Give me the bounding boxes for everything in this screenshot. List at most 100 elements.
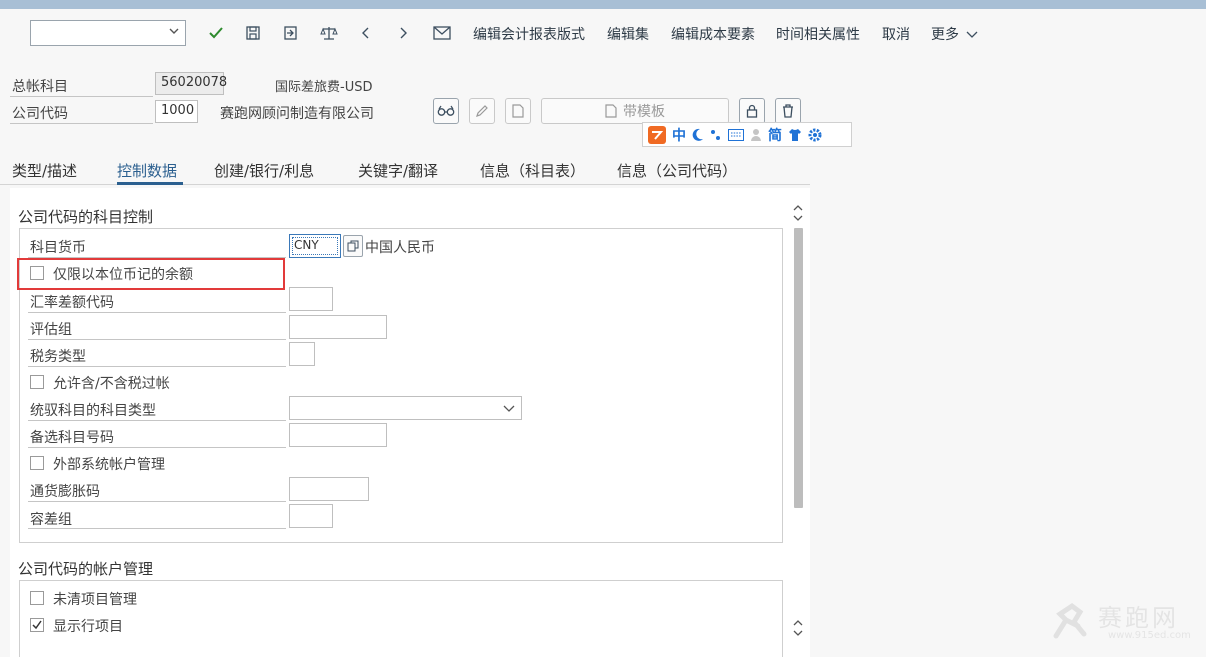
label-underline <box>28 339 286 340</box>
previous-button[interactable] <box>355 22 377 44</box>
display-button[interactable] <box>433 98 459 124</box>
toolbar-select[interactable] <box>30 20 186 46</box>
ime-toolbar[interactable]: 中 简 <box>642 122 852 147</box>
company-code-description: 赛跑网顾问制造有限公司 <box>220 106 374 122</box>
mail-button[interactable] <box>431 22 453 44</box>
keyboard-icon[interactable] <box>728 128 744 141</box>
alt-account-field[interactable] <box>289 423 387 447</box>
currency-value-help-button[interactable] <box>343 235 363 257</box>
watermark-url: www.915ed.com <box>1108 630 1191 641</box>
user-icon[interactable] <box>750 128 762 142</box>
copy-document-button[interactable] <box>279 22 301 44</box>
tab-create-bank-interest[interactable]: 创建/银行/利息 <box>214 160 314 181</box>
chevron-down-icon <box>966 31 978 38</box>
recon-account-type-select[interactable] <box>289 396 522 420</box>
document-icon <box>512 104 524 118</box>
recon-account-type-label: 统驭科目的科目类型 <box>30 403 156 419</box>
tolerance-group-label: 容差组 <box>30 512 72 528</box>
moon-icon[interactable] <box>692 128 704 142</box>
time-attributes-button[interactable]: 时间相关属性 <box>776 24 860 44</box>
pencil-icon <box>476 105 488 117</box>
skin-shirt-icon[interactable] <box>788 128 802 142</box>
check-icon <box>209 27 223 39</box>
valuation-group-label: 评估组 <box>30 322 72 338</box>
ime-simplified-mode[interactable]: 简 <box>768 125 782 145</box>
inflation-key-field[interactable] <box>289 477 369 501</box>
create-button[interactable] <box>505 98 531 124</box>
checkmark-icon <box>32 620 42 630</box>
ime-chinese-mode[interactable]: 中 <box>672 125 686 145</box>
company-code-field[interactable]: 1000 <box>155 100 198 123</box>
edit-cost-element-button[interactable]: 编辑成本要素 <box>671 24 755 44</box>
check-button[interactable] <box>205 22 227 44</box>
punctuation-icon[interactable] <box>710 128 722 142</box>
edit-set-button[interactable]: 编辑集 <box>607 24 649 44</box>
more-label: 更多 <box>931 27 959 43</box>
account-currency-label: 科目货币 <box>30 240 86 256</box>
edit-fs-version-button[interactable]: 编辑会计报表版式 <box>473 24 585 44</box>
highlight-annotation-box <box>17 258 285 290</box>
gl-account-description: 国际差旅费-USD <box>275 80 373 95</box>
scale-icon <box>320 27 338 40</box>
alt-account-label: 备选科目号码 <box>30 430 114 446</box>
allow-tax-posting-checkbox[interactable] <box>30 375 44 389</box>
allow-tax-posting-label: 允许含/不含税过帐 <box>53 376 170 392</box>
line-item-display-checkbox[interactable] <box>30 618 44 632</box>
tab-control-data[interactable]: 控制数据 <box>117 160 177 181</box>
tab-info-company-code[interactable]: 信息（公司代码） <box>617 160 737 181</box>
save-button[interactable] <box>242 22 264 44</box>
watermark-brand: 赛跑网 <box>1098 604 1179 632</box>
cancel-button[interactable]: 取消 <box>882 24 910 44</box>
gear-icon[interactable] <box>808 128 822 142</box>
runner-logo-icon <box>1053 602 1087 639</box>
balance-button[interactable] <box>318 22 340 44</box>
save-icon <box>246 26 260 40</box>
value-help-icon <box>347 240 359 252</box>
tab-type-description[interactable]: 类型/描述 <box>12 160 77 181</box>
open-item-mgmt-label: 未清项目管理 <box>53 592 137 608</box>
chevron-down-icon <box>169 28 179 34</box>
gl-account-label: 总帐科目 <box>12 79 68 95</box>
tax-category-field[interactable] <box>289 342 315 366</box>
account-currency-description: 中国人民币 <box>365 240 435 256</box>
tax-category-label: 税务类型 <box>30 349 86 365</box>
chevron-down-icon <box>503 405 515 412</box>
envelope-icon <box>433 26 451 40</box>
external-mgmt-label: 外部系统帐户管理 <box>53 457 165 473</box>
lock-icon <box>746 104 758 118</box>
label-underline <box>10 96 153 97</box>
valuation-group-field[interactable] <box>289 315 387 339</box>
label-underline <box>28 366 286 367</box>
chevron-left-icon <box>362 27 369 39</box>
tolerance-group-field[interactable] <box>289 504 333 528</box>
scroll-up-icon[interactable] <box>792 203 804 223</box>
more-button[interactable]: 更多 <box>931 24 978 44</box>
lock-button[interactable] <box>739 98 765 124</box>
sogou-logo-icon <box>648 125 666 144</box>
trash-icon <box>783 104 793 118</box>
glasses-icon <box>437 105 455 116</box>
exchange-diff-key-label: 汇率差额代码 <box>30 295 114 311</box>
scroll-down-icon[interactable] <box>792 618 804 638</box>
edit-button[interactable] <box>469 98 495 124</box>
tab-keyword-translation[interactable]: 关键字/翻译 <box>358 160 438 181</box>
top-accent-bar <box>0 0 1206 9</box>
next-button[interactable] <box>392 22 414 44</box>
section-title-account-control: 公司代码的科目控制 <box>18 208 154 226</box>
delete-button[interactable] <box>775 98 801 124</box>
watermark-logo: 赛跑网 www.915ed.com <box>1050 596 1200 652</box>
label-underline <box>28 528 286 529</box>
chevron-right-icon <box>400 27 407 39</box>
line-item-display-label: 显示行项目 <box>53 619 123 635</box>
section-title-account-management: 公司代码的帐户管理 <box>18 560 154 578</box>
tab-info-chart-of-accounts[interactable]: 信息（科目表） <box>480 160 585 181</box>
vertical-scrollbar-thumb[interactable] <box>794 228 803 508</box>
label-underline <box>28 447 286 448</box>
exchange-diff-key-field[interactable] <box>289 287 333 311</box>
label-underline <box>28 501 286 502</box>
gl-account-field[interactable]: 56020078 <box>155 72 227 95</box>
with-template-button[interactable]: 带模板 <box>541 98 729 124</box>
open-item-mgmt-checkbox[interactable] <box>30 591 44 605</box>
account-currency-field[interactable]: CNY <box>289 234 341 258</box>
external-mgmt-checkbox[interactable] <box>30 456 44 470</box>
